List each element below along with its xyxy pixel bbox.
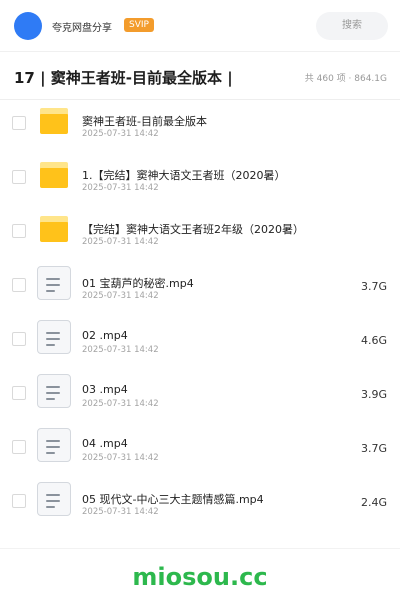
item-size: 3.7G — [360, 280, 387, 293]
list-item[interactable]: 02 .mp4 2025-07-31 14:42 4.6G — [0, 316, 400, 370]
select-checkbox[interactable] — [12, 440, 26, 454]
select-checkbox[interactable] — [12, 494, 26, 508]
video-file-icon — [37, 482, 71, 516]
list-item[interactable]: 04 .mp4 2025-07-31 14:42 3.7G — [0, 424, 400, 478]
page-title: 17 | 窦神王者班-目前最全版本 | — [14, 69, 233, 87]
item-name: 【完结】窦神大语文王者班2年级（2020暑） — [82, 223, 304, 236]
list-item[interactable]: 01 宝葫芦的秘密.mp4 2025-07-31 14:42 3.7G — [0, 262, 400, 316]
item-name: 窦神王者班-目前最全版本 — [82, 115, 207, 128]
svip-badge: SVIP — [124, 18, 154, 32]
item-name: 01 宝葫芦的秘密.mp4 — [82, 277, 194, 290]
list-item[interactable]: 窦神王者班-目前最全版本 2025-07-31 14:42 — [0, 100, 400, 154]
video-file-icon — [37, 428, 71, 462]
item-size: 3.7G — [360, 442, 387, 455]
folder-icon — [40, 108, 68, 134]
video-file-icon — [37, 266, 71, 300]
item-date: 2025-07-31 14:42 — [82, 237, 159, 247]
item-name: 05 现代文-中心三大主题情感篇.mp4 — [82, 493, 264, 506]
item-date: 2025-07-31 14:42 — [82, 399, 159, 409]
site-watermark: miosou.cc — [132, 563, 268, 591]
item-date: 2025-07-31 14:42 — [82, 129, 159, 139]
folder-icon — [40, 216, 68, 242]
item-date: 2025-07-31 14:42 — [82, 183, 159, 193]
list-item[interactable]: 【完结】窦神大语文王者班2年级（2020暑） 2025-07-31 14:42 — [0, 208, 400, 262]
list-item[interactable]: 05 现代文-中心三大主题情感篇.mp4 2025-07-31 14:42 2.… — [0, 478, 400, 532]
file-list: 窦神王者班-目前最全版本 2025-07-31 14:42 1.【完结】窦神大语… — [0, 100, 400, 532]
select-checkbox[interactable] — [12, 332, 26, 346]
select-checkbox[interactable] — [12, 116, 26, 130]
item-size: 2.4G — [360, 496, 387, 509]
list-item[interactable]: 03 .mp4 2025-07-31 14:42 3.9G — [0, 370, 400, 424]
item-size: 4.6G — [360, 334, 387, 347]
item-count-size: 共 460 项 · 864.1G — [304, 74, 387, 84]
top-bar: 夸克网盘分享 SVIP 搜索 — [0, 0, 400, 52]
item-name: 1.【完结】窦神大语文王者班（2020暑） — [82, 169, 286, 182]
title-row: 17 | 窦神王者班-目前最全版本 | 共 460 项 · 864.1G — [0, 52, 400, 100]
select-checkbox[interactable] — [12, 224, 26, 238]
item-name: 02 .mp4 — [82, 329, 128, 342]
item-date: 2025-07-31 14:42 — [82, 291, 159, 301]
video-file-icon — [37, 320, 71, 354]
select-checkbox[interactable] — [12, 170, 26, 184]
item-name: 03 .mp4 — [82, 383, 128, 396]
footer: miosou.cc — [0, 548, 400, 600]
list-item[interactable]: 1.【完结】窦神大语文王者班（2020暑） 2025-07-31 14:42 — [0, 154, 400, 208]
avatar[interactable] — [14, 12, 42, 40]
folder-icon — [40, 162, 68, 188]
select-checkbox[interactable] — [12, 278, 26, 292]
search-button[interactable]: 搜索 — [316, 12, 388, 40]
item-date: 2025-07-31 14:42 — [82, 345, 159, 355]
item-name: 04 .mp4 — [82, 437, 128, 450]
item-size: 3.9G — [360, 388, 387, 401]
select-checkbox[interactable] — [12, 386, 26, 400]
app-name: 夸克网盘分享 — [52, 23, 112, 34]
item-date: 2025-07-31 14:42 — [82, 453, 159, 463]
video-file-icon — [37, 374, 71, 408]
item-date: 2025-07-31 14:42 — [82, 507, 159, 517]
